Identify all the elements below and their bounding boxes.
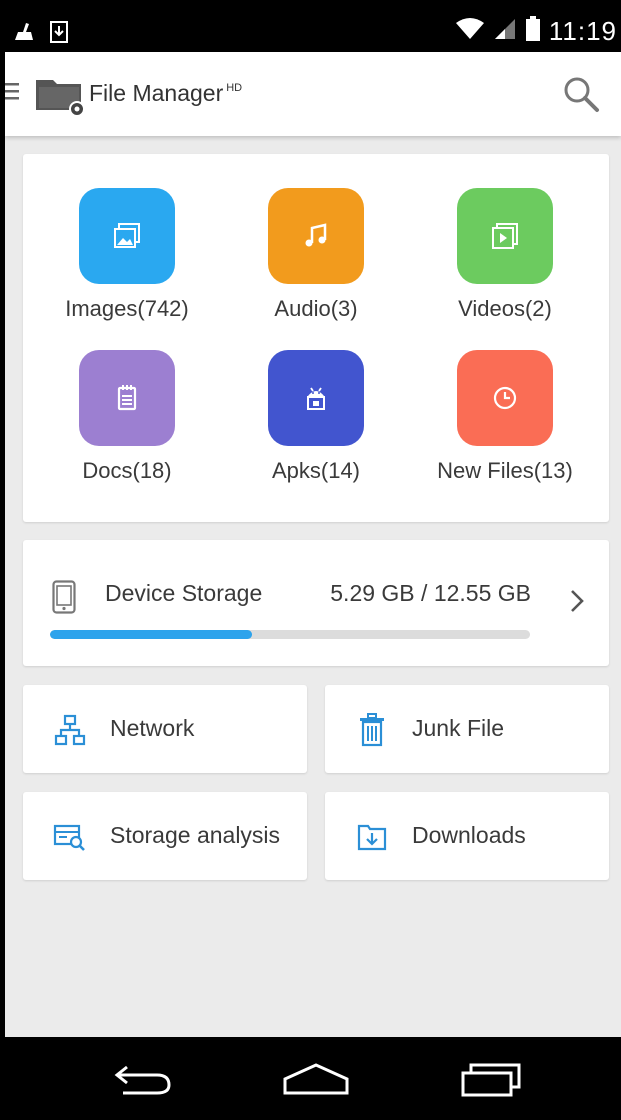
category-label: Images(742): [65, 296, 189, 321]
device-icon: [52, 580, 76, 614]
category-new-files[interactable]: New Files(13): [412, 350, 598, 500]
app-bar: File Manager HD: [5, 52, 621, 136]
clock-icon: [457, 350, 553, 446]
battery-icon: [525, 16, 541, 47]
junk-file-button[interactable]: Junk File: [325, 685, 609, 773]
android-icon: [268, 350, 364, 446]
image-icon: [79, 188, 175, 284]
chevron-right-icon: [569, 588, 585, 614]
downloads-button[interactable]: Downloads: [325, 792, 609, 880]
video-icon: [457, 188, 553, 284]
category-label: Docs(18): [82, 458, 172, 483]
category-label: Audio(3): [274, 296, 358, 321]
home-icon[interactable]: [281, 1059, 351, 1104]
app-logo: [33, 72, 89, 118]
network-icon: [53, 713, 87, 747]
device-storage-card[interactable]: Device Storage 5.29 GB / 12.55 GB: [23, 540, 609, 666]
app-title-text: File Manager: [89, 80, 224, 106]
status-time: 11:19: [548, 16, 617, 46]
category-docs[interactable]: Docs(18): [34, 350, 220, 500]
trash-icon: [355, 713, 389, 747]
downloads-folder-icon: [355, 820, 389, 854]
category-label: Apks(14): [271, 458, 361, 483]
search-icon[interactable]: [561, 74, 601, 114]
menu-icon[interactable]: [5, 80, 23, 102]
category-apks[interactable]: Apks(14): [223, 350, 409, 500]
storage-progress-bar: [50, 630, 530, 639]
category-card: Images(742) Audio(3) Videos(2) Docs(18) …: [23, 154, 609, 522]
category-label: Videos(2): [458, 296, 552, 321]
tool-label: Network: [110, 715, 195, 741]
status-bar: 11:19: [5, 10, 621, 52]
back-icon[interactable]: [113, 1059, 175, 1104]
storage-progress-fill: [50, 630, 252, 639]
device-storage-label: Device Storage: [105, 580, 263, 606]
navigation-bar: [5, 1037, 621, 1120]
download-notification-icon: [49, 20, 69, 49]
wifi-icon: [455, 17, 485, 46]
network-button[interactable]: Network: [23, 685, 307, 773]
storage-analysis-button[interactable]: Storage analysis: [23, 792, 307, 880]
music-note-icon: [268, 188, 364, 284]
tool-label: Downloads: [412, 822, 526, 848]
category-label: New Files(13): [437, 458, 573, 483]
storage-analysis-icon: [53, 820, 87, 854]
app-title-badge: HD: [226, 82, 243, 94]
signal-icon: [493, 17, 517, 46]
app-title: File Manager HD: [89, 80, 242, 107]
category-images[interactable]: Images(742): [34, 188, 220, 338]
tool-label: Storage analysis: [110, 822, 281, 848]
cleaner-icon: [13, 22, 35, 47]
tool-label: Junk File: [412, 715, 505, 741]
device-storage-usage: 5.29 GB / 12.55 GB: [330, 580, 531, 606]
category-videos[interactable]: Videos(2): [412, 188, 598, 338]
screen: File Manager HD Images(742) Audio(3) Vide…: [5, 52, 621, 1037]
document-icon: [79, 350, 175, 446]
category-audio[interactable]: Audio(3): [223, 188, 409, 338]
recents-icon[interactable]: [459, 1059, 525, 1104]
